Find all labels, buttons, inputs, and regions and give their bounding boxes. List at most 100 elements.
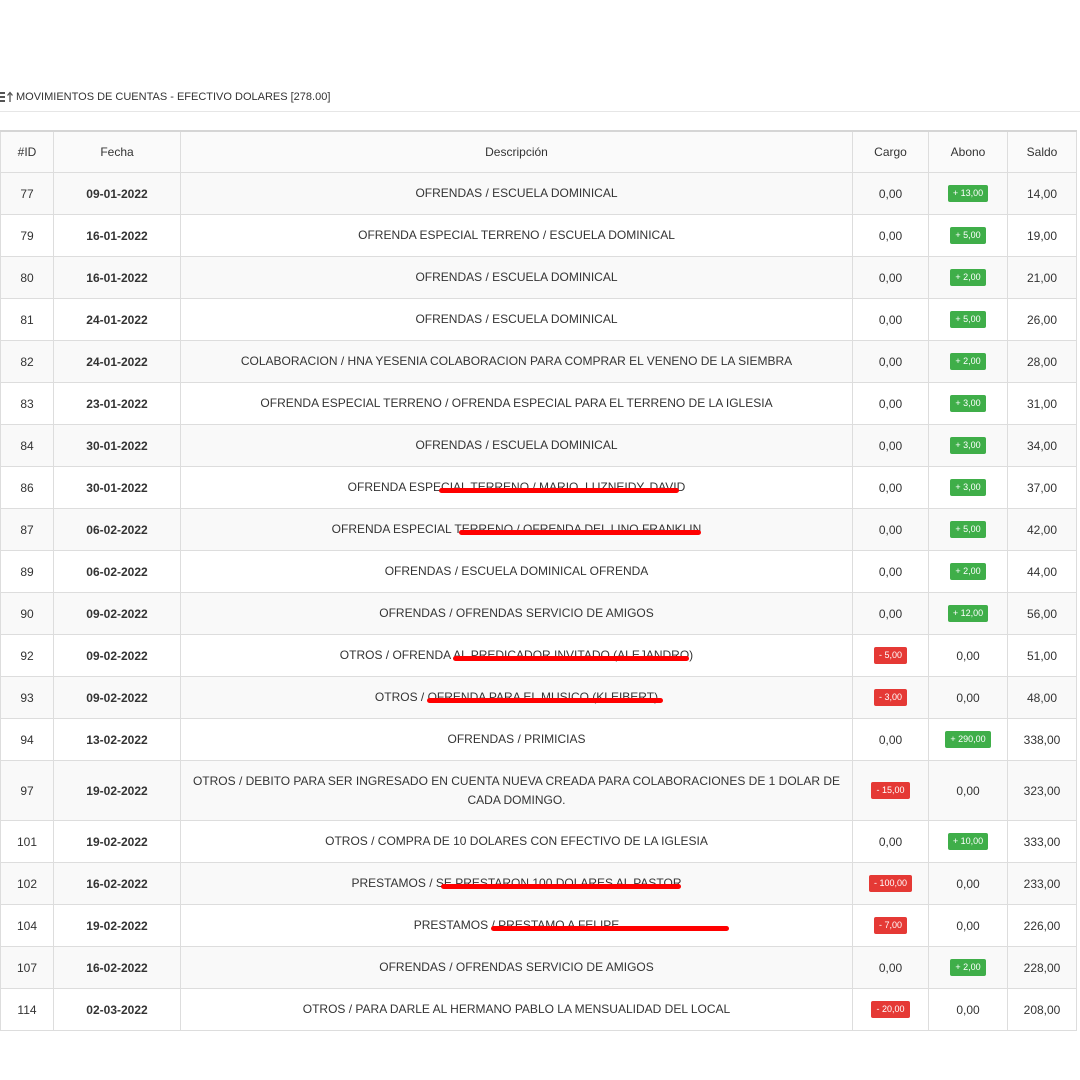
cargo-cell: 0,00 <box>852 298 929 341</box>
description-wrapper: OTROS / DEBITO PARA SER INGRESADO EN CUE… <box>185 772 848 810</box>
table-row[interactable]: 101 19-02-2022 OTROS / COMPRA DE 10 DOLARE… <box>0 820 1077 863</box>
table-row[interactable]: 89 06-02-2022 OFRENDAS / ESCUELA DOMINICAL… <box>0 550 1077 593</box>
cargo-cell: - 100,00 <box>852 862 929 905</box>
table-row[interactable]: 90 09-02-2022 OFRENDAS / OFRENDAS SERVICIO… <box>0 592 1077 635</box>
column-header-fecha[interactable]: Fecha <box>53 130 181 173</box>
table-row[interactable]: 114 02-03-2022 OTROS / PARA DARLE AL HERMA… <box>0 988 1077 1031</box>
row-saldo: 21,00 <box>1026 270 1058 285</box>
table-row[interactable]: 93 09-02-2022 OTROS / OFRENDA PARA EL MUSI… <box>0 676 1077 719</box>
date-cell: 13-02-2022 <box>53 718 181 761</box>
abono-cell: + 3,00 <box>928 382 1008 425</box>
table-row[interactable]: 104 19-02-2022 PRESTAMOS / PRESTAMO A FELI… <box>0 904 1077 947</box>
cargo-cell-value: 0,00 <box>878 480 903 495</box>
id-cell: 89 <box>0 550 54 593</box>
table-row[interactable]: 87 06-02-2022 OFRENDA ESPECIAL TERRENO / O… <box>0 508 1077 551</box>
column-header-saldo[interactable]: Saldo <box>1007 130 1077 173</box>
table-row[interactable]: 86 30-01-2022 OFRENDA ESPECIAL TERRENO / M… <box>0 466 1077 509</box>
id-cell: 97 <box>0 760 54 821</box>
saldo-cell: 21,00 <box>1007 256 1077 299</box>
table-row[interactable]: 94 13-02-2022 OFRENDAS / PRIMICIAS 0,00 + 29… <box>0 718 1077 761</box>
date-cell: 24-01-2022 <box>53 340 181 383</box>
row-saldo: 226,00 <box>1023 918 1061 933</box>
abono-cell-value: 0,00 <box>956 690 980 705</box>
table-row[interactable]: 107 16-02-2022 OFRENDAS / OFRENDAS SERVICI… <box>0 946 1077 989</box>
row-id: 87 <box>20 522 34 537</box>
abono-cell-badge: + 3,00 <box>950 479 986 496</box>
description-cell: OFRENDAS / ESCUELA DOMINICAL <box>180 424 853 467</box>
description-cell: OFRENDAS / ESCUELA DOMINICAL <box>180 256 853 299</box>
saldo-cell: 28,00 <box>1007 340 1077 383</box>
column-header-descripcion[interactable]: Descripción <box>180 130 853 173</box>
cargo-cell: 0,00 <box>852 214 929 257</box>
row-id: 82 <box>20 354 34 369</box>
table-header-row: #ID Fecha Descripción Cargo Abono Saldo <box>0 130 1077 173</box>
row-saldo: 14,00 <box>1026 186 1058 201</box>
saldo-cell: 19,00 <box>1007 214 1077 257</box>
description-wrapper: OFRENDAS / OFRENDAS SERVICIO DE AMIGOS <box>185 604 848 623</box>
table-row[interactable]: 80 16-01-2022 OFRENDAS / ESCUELA DOMINICAL… <box>0 256 1077 299</box>
row-description: COLABORACION / HNA YESENIA COLABORACION … <box>240 354 793 368</box>
abono-cell-badge: + 2,00 <box>950 959 986 976</box>
cargo-cell: - 15,00 <box>852 760 929 821</box>
abono-cell-badge: + 12,00 <box>947 605 989 622</box>
saldo-cell: 37,00 <box>1007 466 1077 509</box>
table-row[interactable]: 83 23-01-2022 OFRENDA ESPECIAL TERRENO / O… <box>0 382 1077 425</box>
table-row[interactable]: 102 16-02-2022 PRESTAMOS / SE PRESTARON 10… <box>0 862 1077 905</box>
row-date: 19-02-2022 <box>86 783 148 798</box>
column-header-id[interactable]: #ID <box>0 130 54 173</box>
cargo-cell-value: 0,00 <box>878 438 903 453</box>
saldo-cell: 51,00 <box>1007 634 1077 677</box>
cargo-cell-badge: - 3,00 <box>873 689 907 706</box>
row-id: 104 <box>16 918 38 933</box>
row-saldo: 338,00 <box>1023 732 1061 747</box>
column-header-abono[interactable]: Abono <box>928 130 1008 173</box>
description-cell: OFRENDA ESPECIAL TERRENO / OFRENDA ESPEC… <box>180 382 853 425</box>
table-row[interactable]: 82 24-01-2022 COLABORACION / HNA YESENIA C… <box>0 340 1077 383</box>
cargo-cell: 0,00 <box>852 592 929 635</box>
table-row[interactable]: 81 24-01-2022 OFRENDAS / ESCUELA DOMINICAL… <box>0 298 1077 341</box>
row-date: 09-01-2022 <box>86 186 148 201</box>
table-row[interactable]: 77 09-01-2022 OFRENDAS / ESCUELA DOMINICAL… <box>0 172 1077 215</box>
row-id: 89 <box>20 564 34 579</box>
cargo-cell-value: 0,00 <box>878 270 903 285</box>
cargo-cell-value: 0,00 <box>878 564 903 579</box>
table-row[interactable]: 84 30-01-2022 OFRENDAS / ESCUELA DOMINICAL… <box>0 424 1077 467</box>
row-saldo: 28,00 <box>1026 354 1058 369</box>
description-cell: OTROS / OFRENDA PARA EL MUSICO (KLEIBERT… <box>180 676 853 719</box>
row-saldo: 51,00 <box>1026 648 1058 663</box>
row-id: 80 <box>20 270 34 285</box>
row-date: 13-02-2022 <box>86 732 148 747</box>
cargo-cell: 0,00 <box>852 508 929 551</box>
abono-cell: + 10,00 <box>928 820 1008 863</box>
abono-cell-value: 0,00 <box>956 918 980 933</box>
cargo-cell: 0,00 <box>852 820 929 863</box>
id-cell: 82 <box>0 340 54 383</box>
saldo-cell: 226,00 <box>1007 904 1077 947</box>
abono-cell-badge: + 13,00 <box>947 185 989 202</box>
row-date: 06-02-2022 <box>86 564 148 579</box>
id-cell: 79 <box>0 214 54 257</box>
table-row[interactable]: 79 16-01-2022 OFRENDA ESPECIAL TERRENO / E… <box>0 214 1077 257</box>
cargo-cell-badge: - 5,00 <box>873 647 907 664</box>
abono-cell-badge: + 5,00 <box>950 521 986 538</box>
row-date: 24-01-2022 <box>86 312 148 327</box>
description-wrapper: OFRENDA ESPECIAL TERRENO / ESCUELA DOMIN… <box>185 226 848 245</box>
cargo-cell-value: 0,00 <box>878 354 903 369</box>
column-header-cargo[interactable]: Cargo <box>852 130 929 173</box>
row-description: OFRENDAS / PRIMICIAS <box>447 732 586 746</box>
id-cell: 86 <box>0 466 54 509</box>
table-row[interactable]: 97 19-02-2022 OTROS / DEBITO PARA SER INGR… <box>0 760 1077 821</box>
table-row[interactable]: 92 09-02-2022 OTROS / OFRENDA AL PREDICADO… <box>0 634 1077 677</box>
cargo-cell-value: 0,00 <box>878 312 903 327</box>
redaction-mark <box>441 884 681 889</box>
abono-cell-badge: + 2,00 <box>950 353 986 370</box>
saldo-cell: 233,00 <box>1007 862 1077 905</box>
date-cell: 09-01-2022 <box>53 172 181 215</box>
description-wrapper: OFRENDAS / ESCUELA DOMINICAL <box>185 310 848 329</box>
id-cell: 92 <box>0 634 54 677</box>
redaction-mark <box>439 488 679 493</box>
row-date: 19-02-2022 <box>86 834 148 849</box>
description-wrapper: OFRENDAS / PRIMICIAS <box>185 730 848 749</box>
abono-cell: + 2,00 <box>928 340 1008 383</box>
row-date: 09-02-2022 <box>86 690 148 705</box>
